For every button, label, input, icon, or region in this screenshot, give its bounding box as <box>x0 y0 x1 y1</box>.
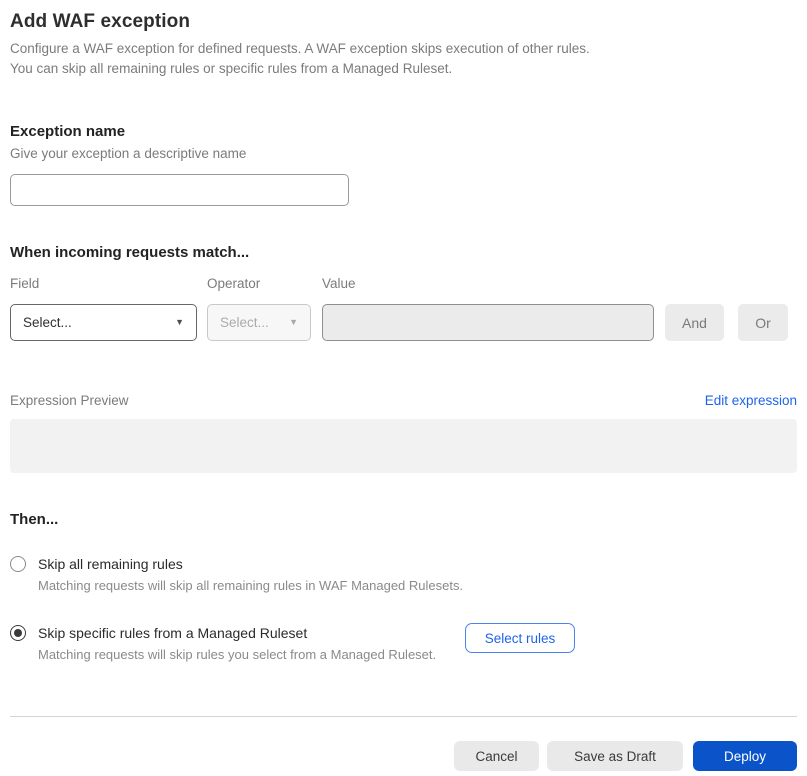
then-heading: Then... <box>10 511 59 528</box>
footer-actions: Cancel Save as Draft Deploy <box>10 741 797 771</box>
page-title: Add WAF exception <box>10 11 191 32</box>
or-button[interactable]: Or <box>738 304 788 341</box>
chevron-down-icon: ▼ <box>289 317 298 327</box>
page-description-line-2: You can skip all remaining rules or spec… <box>10 61 453 76</box>
skip-all-helper: Matching requests will skip all remainin… <box>38 578 464 593</box>
match-controls-row: Select... ▼ Select... ▼ And Or <box>10 304 797 341</box>
field-label: Field <box>10 276 40 291</box>
operator-select-value: Select... <box>220 315 269 330</box>
match-section: When incoming requests match... Field Op… <box>10 244 797 341</box>
add-waf-exception-form: Add WAF exception Configure a WAF except… <box>0 11 807 771</box>
value-input[interactable] <box>322 304 654 341</box>
exception-name-label: Exception name <box>10 123 126 140</box>
skip-all-radio[interactable] <box>10 556 26 572</box>
exception-name-section: Exception name Give your exception a des… <box>10 123 797 206</box>
deploy-button[interactable]: Deploy <box>693 741 797 771</box>
match-labels-row: Field Operator Value <box>10 276 797 291</box>
field-select[interactable]: Select... ▼ <box>10 304 197 341</box>
footer-divider <box>10 716 797 717</box>
option-content: Skip specific rules from a Managed Rules… <box>38 623 797 662</box>
skip-specific-label[interactable]: Skip specific rules from a Managed Rules… <box>38 625 797 641</box>
skip-all-label[interactable]: Skip all remaining rules <box>38 556 797 572</box>
select-rules-button[interactable]: Select rules <box>465 623 575 653</box>
exception-name-helper: Give your exception a descriptive name <box>10 146 247 161</box>
chevron-down-icon: ▼ <box>175 317 184 327</box>
page-description: Configure a WAF exception for defined re… <box>10 39 797 79</box>
value-label: Value <box>322 276 356 291</box>
expression-section: Expression Preview Edit expression <box>10 393 797 473</box>
expression-preview-label: Expression Preview <box>10 393 129 408</box>
operator-label: Operator <box>207 276 261 291</box>
field-select-value: Select... <box>23 315 72 330</box>
and-button[interactable]: And <box>665 304 724 341</box>
option-skip-specific-rules: Skip specific rules from a Managed Rules… <box>10 623 797 662</box>
option-content: Skip all remaining rules Matching reques… <box>38 556 797 593</box>
edit-expression-link[interactable]: Edit expression <box>705 393 797 408</box>
save-as-draft-button[interactable]: Save as Draft <box>547 741 683 771</box>
skip-specific-helper: Matching requests will skip rules you se… <box>38 647 437 662</box>
skip-specific-radio[interactable] <box>10 625 26 641</box>
page-description-line-1: Configure a WAF exception for defined re… <box>10 41 590 56</box>
cancel-button[interactable]: Cancel <box>454 741 539 771</box>
exception-name-input[interactable] <box>10 174 349 206</box>
then-section: Then... Skip all remaining rules Matchin… <box>10 511 797 662</box>
option-skip-all-remaining-rules: Skip all remaining rules Matching reques… <box>10 556 797 593</box>
expression-header: Expression Preview Edit expression <box>10 393 797 408</box>
expression-preview-box <box>10 419 797 473</box>
match-heading: When incoming requests match... <box>10 244 250 261</box>
operator-select[interactable]: Select... ▼ <box>207 304 311 341</box>
